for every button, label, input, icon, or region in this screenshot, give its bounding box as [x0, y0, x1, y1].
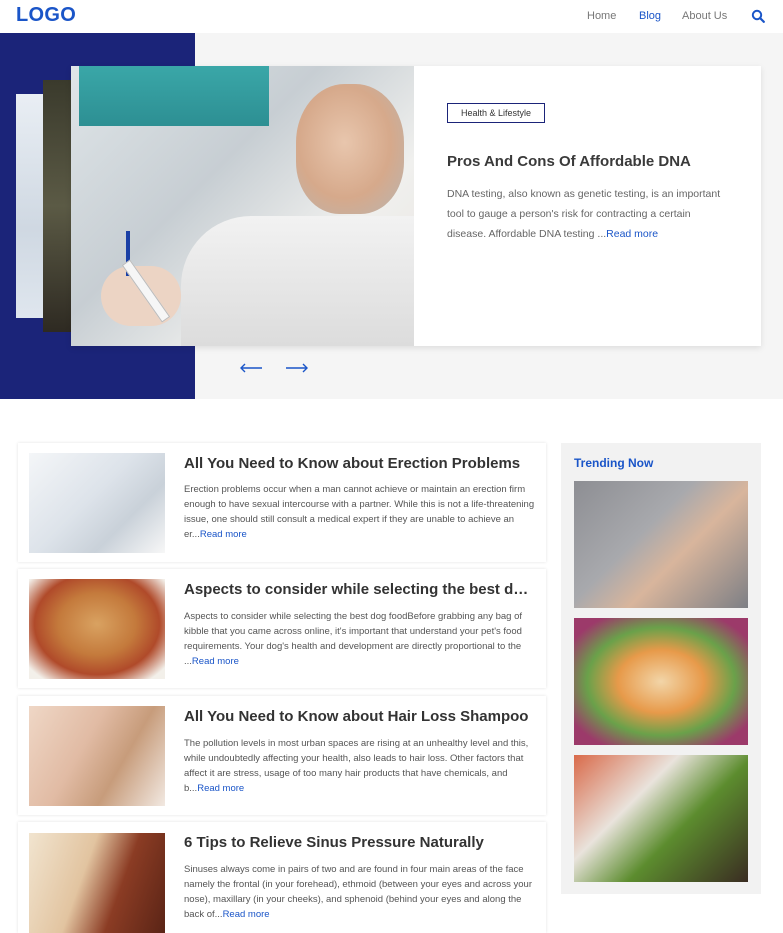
slide-preview-back[interactable] — [16, 94, 46, 318]
arrow-left-icon[interactable] — [239, 362, 263, 374]
article-description: Aspects to consider while selecting the … — [184, 609, 536, 669]
nav-blog[interactable]: Blog — [639, 10, 661, 22]
arrow-right-icon[interactable] — [285, 362, 309, 374]
hero-read-more-link[interactable]: Read more — [606, 228, 658, 240]
hero-slide-card[interactable]: Health & Lifestyle Pros And Cons Of Affo… — [71, 66, 761, 346]
trending-item[interactable] — [574, 755, 748, 882]
article-description: The pollution levels in most urban space… — [184, 736, 536, 796]
article-card[interactable]: All You Need to Know about Erection Prob… — [18, 443, 546, 562]
article-read-more-link[interactable]: Read more — [200, 529, 247, 540]
trending-item[interactable] — [574, 618, 748, 745]
category-badge[interactable]: Health & Lifestyle — [447, 103, 546, 123]
article-description: Erection problems occur when a man canno… — [184, 482, 536, 542]
hero-title[interactable]: Pros And Cons Of Affordable DNA — [447, 153, 737, 170]
article-description: Sinuses always come in pairs of two and … — [184, 862, 536, 922]
article-read-more-link[interactable]: Read more — [192, 656, 239, 667]
article-read-more-link[interactable]: Read more — [223, 909, 270, 920]
hero-image — [71, 66, 414, 346]
article-thumbnail[interactable] — [29, 706, 165, 806]
site-header: LOGO Home Blog About Us — [0, 0, 783, 33]
trending-sidebar: Trending Now — [561, 443, 761, 894]
article-card[interactable]: Aspects to consider while selecting the … — [18, 569, 546, 688]
scientist-head — [296, 84, 404, 214]
article-title[interactable]: All You Need to Know about Erection Prob… — [184, 455, 534, 472]
slide-preview-middle[interactable] — [43, 80, 73, 332]
search-icon[interactable] — [751, 9, 765, 23]
article-title[interactable]: 6 Tips to Relieve Sinus Pressure Natural… — [184, 834, 534, 851]
nav-home[interactable]: Home — [587, 10, 616, 22]
trending-item[interactable] — [574, 481, 748, 608]
hero-description: DNA testing, also known as genetic testi… — [447, 184, 732, 244]
nav-about-us[interactable]: About Us — [682, 10, 727, 22]
article-card[interactable]: All You Need to Know about Hair Loss Sha… — [18, 696, 546, 815]
article-title[interactable]: All You Need to Know about Hair Loss Sha… — [184, 708, 534, 725]
article-title[interactable]: Aspects to consider while selecting the … — [184, 581, 534, 598]
hero-description-text: DNA testing, also known as genetic testi… — [447, 188, 721, 240]
lab-equipment — [79, 66, 269, 126]
article-thumbnail[interactable] — [29, 833, 165, 933]
article-thumbnail[interactable] — [29, 453, 165, 553]
article-card[interactable]: 6 Tips to Relieve Sinus Pressure Natural… — [18, 822, 546, 933]
article-read-more-link[interactable]: Read more — [197, 783, 244, 794]
logo[interactable]: LOGO — [16, 4, 76, 27]
lab-coat — [181, 216, 414, 346]
hero-text: Health & Lifestyle Pros And Cons Of Affo… — [447, 103, 737, 244]
article-thumbnail[interactable] — [29, 579, 165, 679]
trending-title: Trending Now — [574, 456, 654, 470]
